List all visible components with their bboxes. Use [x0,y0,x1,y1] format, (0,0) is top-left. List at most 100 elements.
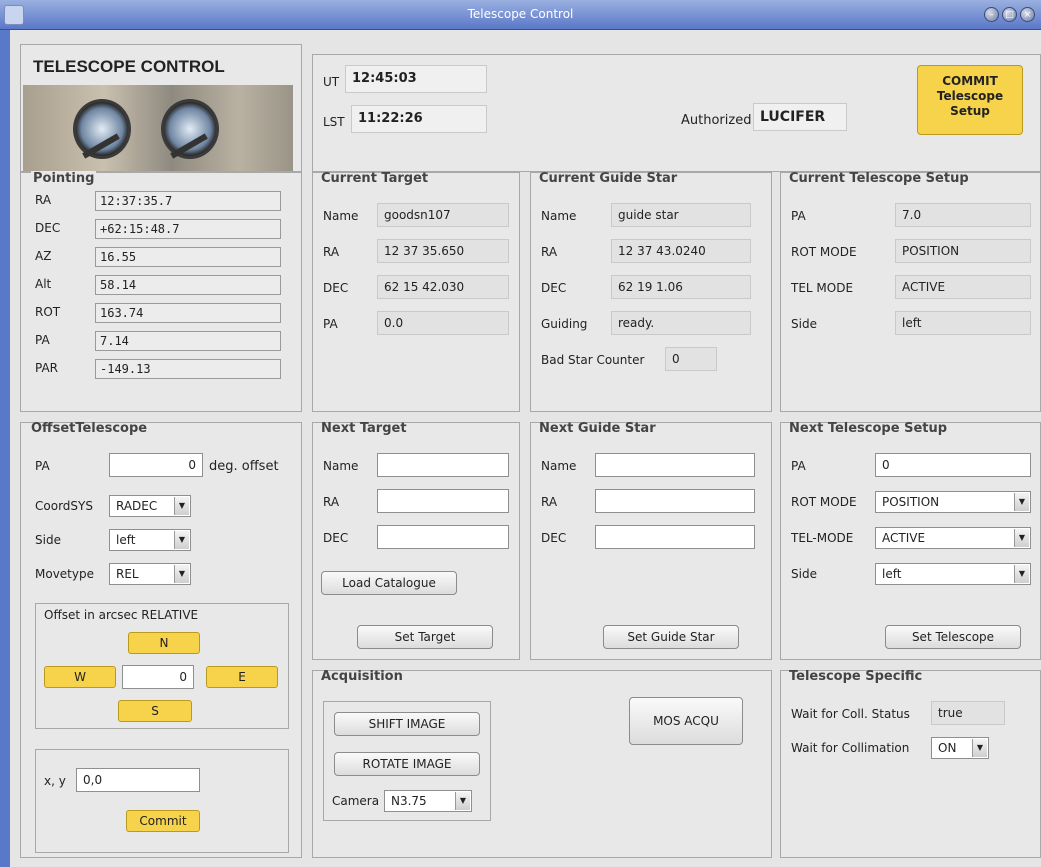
next-target-ra-input[interactable] [377,489,509,513]
chevron-down-icon[interactable]: ▼ [174,497,189,515]
authorized-label: Authorized: [681,113,756,128]
next-guide-dec-label: DEC [541,531,567,545]
window-titlebar[interactable]: Telescope Control – □ × [0,0,1041,30]
collimation-label: Wait for Collimation [791,741,910,755]
mos-acqu-button[interactable]: MOS ACQU [629,697,743,745]
current-target-name-value: goodsn107 [377,203,509,227]
acquisition-image-group: SHIFT IMAGE ROTATE IMAGE Camera N3.75 ▼ [323,701,491,821]
movetype-select[interactable]: REL ▼ [109,563,191,585]
set-telescope-button[interactable]: Set Telescope [885,625,1021,649]
coordsys-select[interactable]: RADEC ▼ [109,495,191,517]
next-setup-pa-input[interactable]: 0 [875,453,1031,477]
camera-select[interactable]: N3.75 ▼ [384,790,472,812]
next-setup-rot-label: ROT MODE [791,495,857,509]
offset-side-select[interactable]: left ▼ [109,529,191,551]
telescope-specific-title: Telescope Specific [789,669,923,684]
offset-side-label: Side [35,533,61,547]
minimize-icon[interactable]: – [984,7,999,22]
next-setup-tel-label: TEL-MODE [791,531,854,545]
pointing-dec-label: DEC [35,221,61,235]
offset-step-input[interactable]: 0 [122,665,194,689]
next-target-name-input[interactable] [377,453,509,477]
pointing-panel: Pointing RA 12:37:35.7 DEC +62:15:48.7 A… [20,171,302,412]
pointing-title: Pointing [31,171,97,186]
pointing-pa-label: PA [35,333,50,347]
shift-image-button[interactable]: SHIFT IMAGE [334,712,480,736]
chevron-down-icon[interactable]: ▼ [1014,565,1029,583]
xy-commit-button[interactable]: Commit [126,810,200,832]
coll-status-label: Wait for Coll. Status [791,707,910,721]
current-guide-title: Current Guide Star [539,171,678,186]
current-guide-guiding-label: Guiding [541,317,588,331]
next-guide-name-label: Name [541,459,577,473]
logo-panel: TELESCOPE CONTROL [20,44,302,172]
offset-south-button[interactable]: S [118,700,192,722]
xy-input[interactable]: 0,0 [76,768,200,792]
next-setup-title: Next Telescope Setup [789,421,948,436]
clock-panel: UT 12:45:03 LST 11:22:26 Authorized: LUC… [312,54,1041,172]
chevron-down-icon[interactable]: ▼ [1014,493,1029,511]
pointing-rot-label: ROT [35,305,61,319]
telescope-photo [23,85,293,171]
offset-title: OffsetTelescope [31,421,148,436]
camera-label: Camera [332,794,380,808]
next-setup-rot-select[interactable]: POSITION ▼ [875,491,1031,513]
offset-east-button[interactable]: E [206,666,278,688]
movetype-label: Movetype [35,567,94,581]
next-target-title: Next Target [321,421,407,436]
next-setup-pa-label: PA [791,459,806,473]
current-setup-side-label: Side [791,317,817,331]
offset-west-button[interactable]: W [44,666,116,688]
current-guide-ra-label: RA [541,245,558,259]
offset-north-button[interactable]: N [128,632,200,654]
offset-pa-label: PA [35,459,50,473]
current-guide-name-label: Name [541,209,577,223]
next-target-ra-label: RA [323,495,340,509]
next-setup-panel: Next Telescope Setup PA 0 ROT MODE POSIT… [780,421,1041,660]
next-guide-dec-input[interactable] [595,525,755,549]
maximize-icon[interactable]: □ [1002,7,1017,22]
commit-telescope-setup-button[interactable]: COMMIT Telescope Setup [917,65,1023,135]
current-setup-panel: Current Telescope Setup PA 7.0 ROT MODE … [780,171,1041,412]
app-title: TELESCOPE CONTROL [33,57,225,76]
load-catalogue-button[interactable]: Load Catalogue [321,571,457,595]
next-guide-panel: Next Guide Star Name RA DEC Set Guide St… [530,421,772,660]
offset-pa-unit: deg. offset [209,459,279,474]
chevron-down-icon[interactable]: ▼ [174,531,189,549]
next-setup-side-select[interactable]: left ▼ [875,563,1031,585]
set-target-button[interactable]: Set Target [357,625,493,649]
coll-status-value: true [931,701,1005,725]
current-setup-rot-value: POSITION [895,239,1031,263]
current-target-pa-label: PA [323,317,338,331]
current-guide-name-value: guide star [611,203,751,227]
current-setup-pa-value: 7.0 [895,203,1031,227]
bad-star-counter-value: 0 [665,347,717,371]
current-target-panel: Current Target Name goodsn107 RA 12 37 3… [312,171,520,412]
chevron-down-icon[interactable]: ▼ [1014,529,1029,547]
collimation-select[interactable]: ON ▼ [931,737,989,759]
chevron-down-icon[interactable]: ▼ [972,739,987,757]
xy-label: x, y [44,774,66,788]
current-guide-ra-value: 12 37 43.0240 [611,239,751,263]
current-guide-dec-value: 62 19 1.06 [611,275,751,299]
next-guide-name-input[interactable] [595,453,755,477]
next-target-dec-input[interactable] [377,525,509,549]
acquisition-panel: Acquisition SHIFT IMAGE ROTATE IMAGE Cam… [312,669,772,858]
next-guide-title: Next Guide Star [539,421,656,436]
next-guide-ra-label: RA [541,495,558,509]
next-setup-tel-select[interactable]: ACTIVE ▼ [875,527,1031,549]
chevron-down-icon[interactable]: ▼ [174,565,189,583]
current-setup-side-value: left [895,311,1031,335]
next-guide-ra-input[interactable] [595,489,755,513]
pointing-az-label: AZ [35,249,52,263]
pointing-par-value: -149.13 [95,359,281,379]
current-guide-dec-label: DEC [541,281,567,295]
current-target-dec-value: 62 15 42.030 [377,275,509,299]
current-target-title: Current Target [321,171,429,186]
offset-pa-input[interactable]: 0 [109,453,203,477]
set-guide-star-button[interactable]: Set Guide Star [603,625,739,649]
rotate-image-button[interactable]: ROTATE IMAGE [334,752,480,776]
close-icon[interactable]: × [1020,7,1035,22]
telescope-specific-panel: Telescope Specific Wait for Coll. Status… [780,669,1041,858]
chevron-down-icon[interactable]: ▼ [455,792,470,810]
